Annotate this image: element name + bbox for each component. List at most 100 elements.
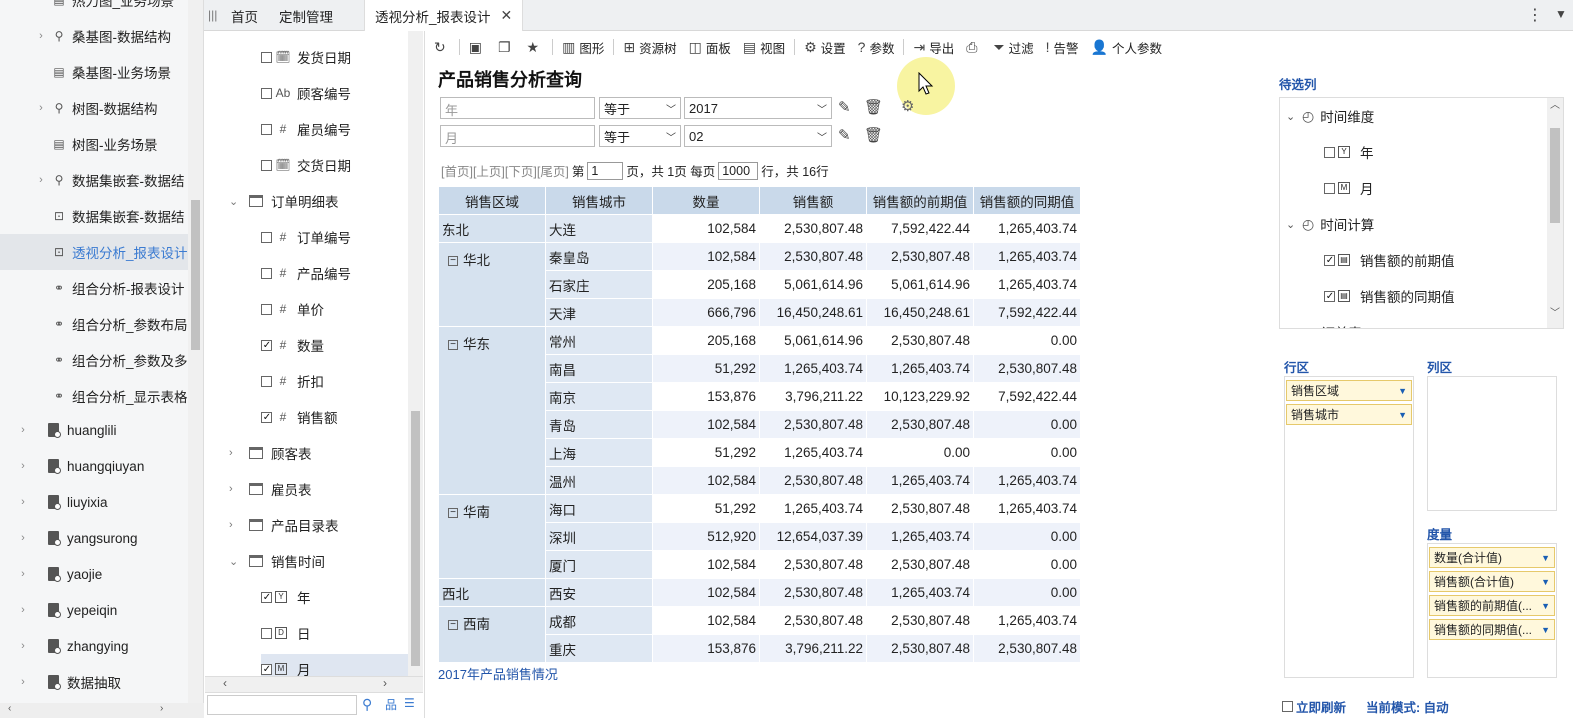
candidate-tree-item[interactable]: ⌄ ◴ 时间计算 bbox=[1286, 209, 1374, 239]
chevron-down-icon[interactable]: ⌄ bbox=[1286, 326, 1298, 329]
field-tree-item[interactable]: › 产品目录表 bbox=[229, 510, 408, 540]
expand-arrow-icon[interactable]: › bbox=[16, 676, 30, 688]
expand-arrow-icon[interactable]: › bbox=[34, 174, 48, 186]
field-tree-item[interactable]: # 订单编号 bbox=[261, 222, 408, 252]
candidate-tree-item[interactable]: ▤ 销售额的前期值 bbox=[1324, 245, 1455, 275]
column-header[interactable]: 销售额 bbox=[759, 186, 867, 215]
column-header[interactable]: 数量 bbox=[652, 186, 760, 215]
collapse-icon[interactable]: − bbox=[448, 620, 458, 631]
measure-chip[interactable]: 销售额(合计值) ▼ bbox=[1429, 571, 1555, 592]
candidate-tree-item[interactable]: ▤ 销售额的同期值 bbox=[1324, 281, 1455, 311]
field-tree-item[interactable]: # 雇员编号 bbox=[261, 114, 408, 144]
nav-item[interactable]: › ⚲ 树图-数据结构 bbox=[0, 90, 188, 126]
field-tree-item[interactable]: 🗓 发货日期 bbox=[261, 42, 408, 72]
field-checkbox[interactable] bbox=[261, 591, 272, 603]
field-tree-item[interactable]: # 产品编号 bbox=[261, 258, 408, 288]
rows-per-page-input[interactable]: 1000 bbox=[718, 161, 759, 180]
field-checkbox[interactable] bbox=[261, 663, 272, 675]
candidate-tree-item[interactable]: ⌄ ▦ 订单表 bbox=[1286, 317, 1362, 329]
dropdown-arrow-icon[interactable]: ▼ bbox=[1541, 577, 1550, 587]
settings-button[interactable]: ⚙ 设置 bbox=[798, 35, 852, 59]
delete-icon[interactable]: 🗑 bbox=[864, 126, 883, 144]
field-checkbox[interactable] bbox=[261, 123, 272, 135]
chevron-down-icon[interactable]: ⌄ bbox=[229, 195, 243, 208]
export-button[interactable]: ⇥ 导出 bbox=[907, 35, 960, 59]
nav-user-folder[interactable]: › huanglili bbox=[0, 412, 188, 448]
measure-chip[interactable]: 销售额的同期值(... ▼ bbox=[1429, 619, 1555, 640]
measure-chip[interactable]: 数量(合计值) ▼ bbox=[1429, 547, 1555, 568]
nav-user-folder[interactable]: › yangsurong bbox=[0, 520, 188, 556]
field-checkbox[interactable] bbox=[261, 231, 272, 243]
field-checkbox[interactable] bbox=[261, 627, 272, 639]
auto-refresh-checkbox[interactable] bbox=[1282, 701, 1293, 712]
field-checkbox[interactable] bbox=[261, 87, 272, 99]
nav-item[interactable]: › ⚲ 数据集嵌套-数据结 bbox=[0, 162, 188, 198]
field-tree-item[interactable]: # 销售额 bbox=[261, 402, 408, 432]
nav-item[interactable]: ⊡ 数据集嵌套-数据结 bbox=[0, 198, 188, 234]
next-page-link[interactable]: [下页] bbox=[505, 161, 537, 180]
expand-arrow-icon[interactable]: › bbox=[16, 496, 30, 508]
nav-item[interactable]: ⊡ 透视分析_报表设计 bbox=[0, 234, 188, 270]
field-checkbox[interactable] bbox=[261, 339, 272, 351]
nav-item[interactable]: ▤ 树图-业务场景 bbox=[0, 126, 188, 162]
nav-item[interactable]: ⚭ 组合分析_参数布局 bbox=[0, 306, 188, 342]
column-zone[interactable] bbox=[1427, 376, 1557, 511]
first-page-link[interactable]: [首页] bbox=[441, 161, 473, 180]
tree-view-icon[interactable]: 品 bbox=[385, 696, 397, 713]
save-button[interactable]: ▣ bbox=[463, 35, 492, 59]
expand-arrow-icon[interactable]: › bbox=[16, 460, 30, 472]
dropdown-arrow-icon[interactable]: ▼ bbox=[1541, 553, 1550, 563]
field-tree-item[interactable]: # 数量 bbox=[261, 330, 408, 360]
candidate-tree-item[interactable]: ⌄ ◴ 时间维度 bbox=[1286, 101, 1374, 131]
view-button[interactable]: ▤ 视图 bbox=[737, 35, 791, 59]
month-operator-select[interactable]: 等于 ﹀ bbox=[599, 125, 681, 147]
delete-icon[interactable]: 🗑 bbox=[864, 98, 883, 116]
nav-user-folder[interactable]: › huangqiuyan bbox=[0, 448, 188, 484]
field-tree-item[interactable]: # 单价 bbox=[261, 294, 408, 324]
nav-item[interactable]: ▤ 桑基图-业务场景 bbox=[0, 54, 188, 90]
candidate-tree-item[interactable]: Y年 bbox=[1324, 137, 1374, 167]
measure-chip[interactable]: 销售额的前期值(... ▼ bbox=[1429, 595, 1555, 616]
field-tree-item[interactable]: ⌄ 订单明细表 bbox=[229, 186, 408, 216]
personal-params-button[interactable]: 👤 个人参数 bbox=[1085, 35, 1168, 59]
candidate-checkbox[interactable] bbox=[1324, 254, 1335, 266]
tab-list-dropdown-icon[interactable]: ▼ bbox=[1555, 7, 1567, 21]
print-button[interactable]: ⎙ bbox=[960, 35, 987, 59]
gear-icon[interactable]: ⚙ bbox=[901, 97, 914, 115]
candidate-checkbox[interactable] bbox=[1324, 146, 1335, 158]
candidate-checkbox[interactable] bbox=[1324, 182, 1335, 194]
dropdown-arrow-icon[interactable]: ▼ bbox=[1398, 386, 1407, 396]
field-checkbox[interactable] bbox=[261, 159, 272, 171]
scroll-left-icon[interactable]: ‹ bbox=[223, 676, 227, 690]
row-field-chip[interactable]: 销售城市 ▼ bbox=[1286, 404, 1412, 425]
nav-user-folder[interactable]: › liuyixia bbox=[0, 484, 188, 520]
chevron-right-icon[interactable]: › bbox=[229, 447, 243, 459]
favorite-button[interactable]: ★ bbox=[521, 35, 550, 59]
tab-custom-management[interactable]: 定制管理 bbox=[279, 0, 333, 31]
field-tree-scroll-thumb[interactable] bbox=[411, 411, 420, 666]
dropdown-arrow-icon[interactable]: ▼ bbox=[1398, 410, 1407, 420]
chevron-right-icon[interactable]: › bbox=[229, 483, 243, 495]
tab-pivot-report[interactable]: 透视分析_报表设计 ✕ bbox=[364, 0, 524, 31]
scroll-down-icon[interactable]: ﹀ bbox=[1550, 304, 1560, 319]
close-icon[interactable]: ✕ bbox=[501, 7, 513, 24]
year-param-field[interactable]: 年 bbox=[440, 97, 595, 119]
expand-arrow-icon[interactable]: › bbox=[16, 568, 30, 580]
field-checkbox[interactable] bbox=[261, 411, 272, 423]
menu-toggle-icon[interactable]: ||| bbox=[208, 8, 217, 22]
field-checkbox[interactable] bbox=[261, 267, 272, 279]
nav-item[interactable]: ⚭ 组合分析_参数及多 bbox=[0, 342, 188, 378]
panel-button[interactable]: ◫ 面板 bbox=[683, 35, 737, 59]
nav-item[interactable]: ⚭ 组合分析_显示表格 bbox=[0, 378, 188, 414]
collapse-icon[interactable]: − bbox=[448, 508, 458, 519]
field-tree-hscrollbar[interactable]: ‹ › bbox=[205, 676, 423, 692]
field-tree-item[interactable]: › 雇员表 bbox=[229, 474, 408, 504]
field-tree-item[interactable]: ⌄ 销售时间 bbox=[229, 546, 408, 576]
column-header[interactable]: 销售区域 bbox=[438, 186, 546, 215]
field-tree-scrollbar[interactable] bbox=[408, 31, 423, 676]
field-tree-item[interactable]: Ab 顾客编号 bbox=[261, 78, 408, 108]
nav-user-folder[interactable]: › 数据抽取 bbox=[0, 664, 188, 700]
scroll-right-icon[interactable]: › bbox=[383, 676, 387, 690]
left-nav-hscrollbar[interactable]: ‹ › bbox=[0, 703, 204, 718]
refresh-button[interactable]: ↻ bbox=[428, 35, 456, 59]
